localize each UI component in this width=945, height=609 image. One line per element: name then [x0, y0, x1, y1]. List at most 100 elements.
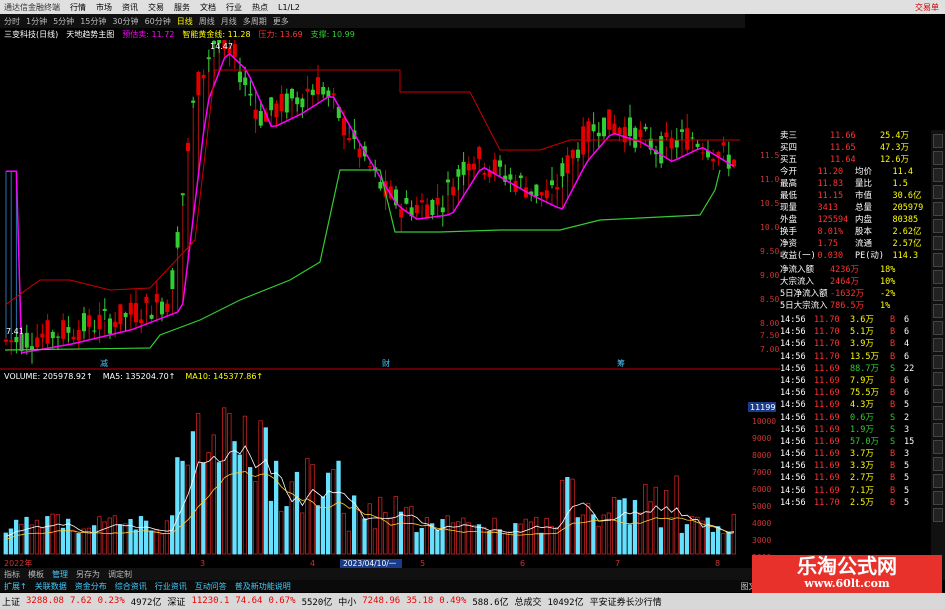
y-tick: 7.50	[760, 331, 779, 340]
period-tab-60min[interactable]: 60分钟	[145, 16, 171, 27]
side-tab[interactable]	[933, 406, 943, 420]
quote-panel: 卖三 11.66 25.4万 买四 11.65 47.3万 买五 11.64 12.6万 今开 11…	[780, 130, 930, 562]
index-label-sz[interactable]: 深证	[167, 595, 185, 608]
quote-cell: 80385	[892, 215, 919, 225]
tab-customize[interactable]: 调定制	[108, 569, 132, 580]
candle-body	[316, 77, 320, 95]
event-marker[interactable]: 减	[100, 358, 108, 368]
candle-body	[76, 330, 81, 341]
side-tab[interactable]	[933, 236, 943, 250]
candle-body	[108, 318, 112, 334]
period-tab-more[interactable]: 更多	[273, 16, 289, 27]
quote-cell: 2.57亿	[892, 239, 922, 249]
period-tab-30min[interactable]: 30分钟	[112, 16, 138, 27]
period-tab-monthly[interactable]: 月线	[221, 16, 237, 27]
period-tab-5min[interactable]: 5分钟	[53, 16, 74, 27]
side-tab[interactable]	[933, 372, 943, 386]
candle-body	[144, 296, 149, 303]
volume-bar	[388, 517, 393, 555]
side-tab[interactable]	[933, 321, 943, 335]
menu-item-quotes[interactable]: 行情	[70, 2, 86, 13]
candle-body	[4, 339, 8, 342]
tab-general-news[interactable]: 综合资讯	[115, 581, 147, 592]
side-tab[interactable]	[933, 457, 943, 471]
tab-save-as[interactable]: 另存为	[76, 569, 100, 580]
side-tab[interactable]	[933, 423, 943, 437]
tab-related-data[interactable]: 关联数据	[35, 581, 67, 592]
period-tab-15min[interactable]: 15分钟	[80, 16, 106, 27]
event-marker[interactable]: 筹	[617, 358, 625, 368]
tick-cell: 5	[904, 485, 910, 496]
tick-cell: 6	[904, 375, 910, 386]
tick-cell: 14:56	[780, 449, 806, 460]
volume-chart[interactable]: 11199 10000 9000 8000 7000 6000 5000 400…	[0, 384, 780, 568]
menu-item-industry[interactable]: 行业	[226, 2, 242, 13]
candlestick-chart[interactable]: 14.47 7.41 11.50 11.00 10.50 10.00 9.50 …	[0, 40, 780, 368]
trade-order-button[interactable]: 交易单	[915, 2, 945, 13]
quote-cell: 量比	[855, 179, 873, 189]
menu-item-docs[interactable]: 文档	[200, 2, 216, 13]
tab-manage[interactable]: 管理	[52, 569, 68, 580]
volume-bar	[216, 462, 222, 555]
tab-new-features[interactable]: 普及新功能说明	[235, 581, 291, 592]
candle-body	[685, 128, 690, 150]
period-tab-daily[interactable]: 日线	[177, 16, 193, 27]
volume-bar	[669, 517, 674, 555]
side-tab[interactable]	[933, 304, 943, 318]
x-tick: 5	[420, 559, 425, 568]
volume-bar	[518, 523, 523, 555]
side-tab[interactable]	[933, 440, 943, 454]
period-tab-1min[interactable]: 1分钟	[26, 16, 47, 27]
volume-bar	[580, 514, 586, 555]
volume-bar	[586, 502, 591, 555]
side-tab[interactable]	[933, 508, 943, 522]
side-tab[interactable]	[933, 253, 943, 267]
menu-item-news[interactable]: 资讯	[122, 2, 138, 13]
side-tab[interactable]	[933, 389, 943, 403]
volume-bar	[487, 530, 492, 555]
period-tab-multi[interactable]: 多周期	[243, 16, 267, 27]
side-tab[interactable]	[933, 168, 943, 182]
side-tab[interactable]	[933, 491, 943, 505]
indicator-value-4: 支撑: 10.99	[310, 29, 355, 39]
side-tab[interactable]	[933, 134, 943, 148]
side-tab[interactable]	[933, 270, 943, 284]
menu-item-trade[interactable]: 交易	[148, 2, 164, 13]
side-tab[interactable]	[933, 287, 943, 301]
event-marker[interactable]: 财	[382, 358, 390, 368]
volume-bar	[534, 516, 539, 555]
volume-bar	[648, 501, 653, 555]
side-tab[interactable]	[933, 338, 943, 352]
side-tab[interactable]	[933, 219, 943, 233]
menu-item-service[interactable]: 服务	[174, 2, 190, 13]
index-label-sh[interactable]: 上证	[2, 595, 20, 608]
menu-item-hotspot[interactable]: 热点	[252, 2, 268, 13]
menu-item-level[interactable]: L1/L2	[278, 3, 300, 12]
tab-expand[interactable]: 扩展↑	[4, 581, 27, 592]
period-tab-timeshare[interactable]: 分时	[4, 16, 20, 27]
tab-fund-distribution[interactable]: 资金分布	[75, 581, 107, 592]
volume-bar	[253, 481, 258, 555]
side-tab[interactable]	[933, 151, 943, 165]
tab-template[interactable]: 模板	[28, 569, 44, 580]
candle-body	[399, 208, 404, 218]
volume-bar	[492, 517, 497, 555]
menu-item-market[interactable]: 市场	[96, 2, 112, 13]
indicator-name[interactable]: 天地趋势主图	[66, 29, 114, 40]
tab-qa[interactable]: 互动问答	[195, 581, 227, 592]
candle-body	[154, 293, 159, 303]
side-tab[interactable]	[933, 185, 943, 199]
index-label-zx[interactable]: 中小	[338, 595, 356, 608]
quote-cell: 11.66	[830, 131, 856, 141]
side-tab[interactable]	[933, 202, 943, 216]
side-tab[interactable]	[933, 355, 943, 369]
side-tab[interactable]	[933, 474, 943, 488]
volume-cursor-value: 11199	[750, 403, 775, 412]
period-tab-weekly[interactable]: 周线	[199, 16, 215, 27]
candle-body	[446, 179, 450, 183]
volume-bar	[617, 499, 622, 555]
tab-indicator[interactable]: 指标	[4, 569, 20, 580]
tick-cell: 6	[904, 327, 910, 338]
tab-industry-news[interactable]: 行业资讯	[155, 581, 187, 592]
tick-row: 14:56 11.69 3.3万 B 5	[780, 460, 930, 472]
